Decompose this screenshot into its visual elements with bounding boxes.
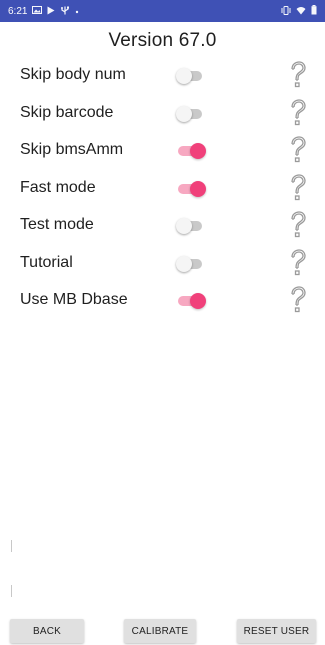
setting-label: Fast mode xyxy=(20,178,96,196)
setting-label: Test mode xyxy=(20,216,94,233)
switch-thumb xyxy=(176,68,192,84)
question-mark-icon[interactable] xyxy=(287,210,309,242)
question-mark-icon[interactable] xyxy=(287,248,309,280)
setting-row-skip-bmsamm: Skip bmsAmm xyxy=(0,133,325,171)
status-right xyxy=(281,5,317,17)
switch-thumb xyxy=(190,180,206,197)
skip-barcode-switch[interactable] xyxy=(176,105,206,123)
setting-label: Skip barcode xyxy=(20,103,114,121)
setting-row-tutorial: Tutorial xyxy=(0,246,325,284)
status-time: 6:21 xyxy=(8,5,28,17)
fast-mode-switch[interactable] xyxy=(176,180,206,198)
edge-mark xyxy=(11,540,12,552)
setting-label: Skip bmsAmm xyxy=(20,141,124,158)
setting-row-test-mode: Test mode xyxy=(0,208,325,246)
switch-thumb xyxy=(176,255,192,272)
use-mb-dbase-switch[interactable] xyxy=(176,292,206,310)
test-mode-switch[interactable] xyxy=(176,217,206,235)
usb-icon xyxy=(60,6,70,17)
skip-bmsamm-switch[interactable] xyxy=(176,142,206,160)
setting-row-skip-body-num: Skip body num xyxy=(0,58,325,96)
play-store-icon xyxy=(47,6,55,17)
reset-user-button[interactable]: RESET USER xyxy=(237,619,316,643)
battery-icon xyxy=(311,5,317,17)
dot-icon xyxy=(75,7,79,16)
setting-row-use-mb-dbase: Use MB Dbase xyxy=(0,283,325,321)
version-title: Version 67.0 xyxy=(108,30,217,51)
setting-row-fast-mode: Fast mode xyxy=(0,171,325,209)
question-mark-icon[interactable] xyxy=(287,60,309,92)
setting-label: Skip body num xyxy=(20,66,126,83)
calibrate-button[interactable]: CALIBRATE xyxy=(124,619,196,643)
status-left: 6:21 xyxy=(8,6,79,17)
switch-thumb xyxy=(190,293,206,309)
gallery-icon xyxy=(32,6,43,16)
setting-row-skip-barcode: Skip barcode xyxy=(0,96,325,134)
switch-thumb xyxy=(176,105,192,122)
question-mark-icon[interactable] xyxy=(287,98,309,130)
skip-body-num-switch[interactable] xyxy=(176,67,206,85)
vibrate-icon xyxy=(281,5,291,17)
settings-list: Skip body num Skip barcode Skip bmsAmm F… xyxy=(0,58,325,321)
back-button[interactable]: BACK xyxy=(10,619,84,643)
bottom-button-bar: BACK CALIBRATE RESET USER xyxy=(0,619,325,643)
switch-thumb xyxy=(176,218,192,234)
edge-mark xyxy=(11,585,12,597)
tutorial-switch[interactable] xyxy=(176,255,206,273)
question-mark-icon[interactable] xyxy=(287,173,309,205)
question-mark-icon[interactable] xyxy=(287,135,309,167)
question-mark-icon[interactable] xyxy=(287,285,309,317)
setting-label: Tutorial xyxy=(20,253,73,271)
switch-thumb xyxy=(190,143,206,159)
status-bar: 6:21 xyxy=(0,0,325,22)
wifi-icon xyxy=(296,6,306,17)
setting-label: Use MB Dbase xyxy=(20,291,128,308)
